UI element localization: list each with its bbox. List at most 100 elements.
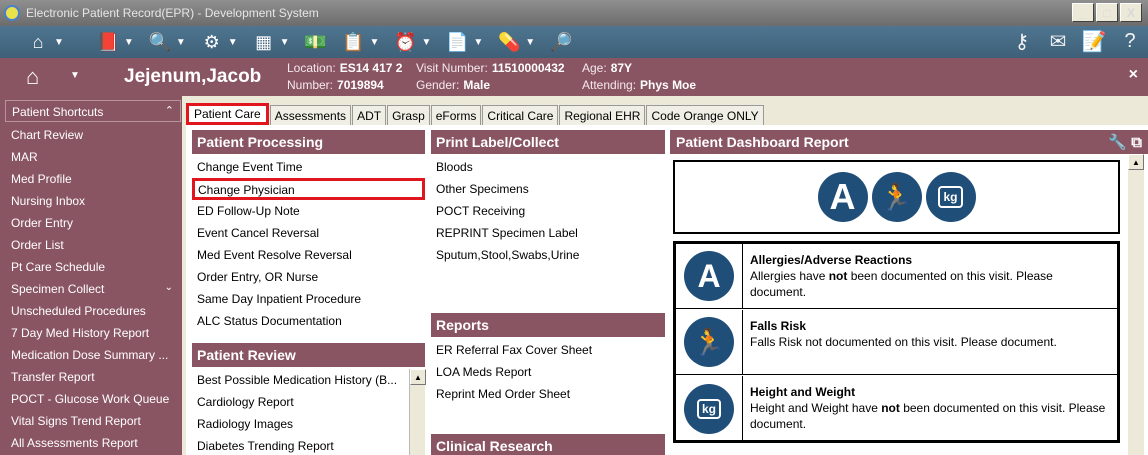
minimize-button[interactable]: _	[1072, 3, 1094, 22]
search-person-icon: 🔍	[148, 31, 172, 52]
chevron-down-icon[interactable]: ⌄	[165, 282, 173, 293]
sidebar-item[interactable]: Specimen Collect ⌄	[5, 278, 181, 300]
dashboard-alert-badges: A 🏃 kg	[673, 160, 1120, 234]
link-item[interactable]: Cardiology Report	[192, 391, 409, 413]
link-item[interactable]: Other Specimens	[431, 178, 665, 200]
sidebar-item[interactable]: Medication Dose Summary ...	[5, 344, 181, 366]
sidebar-item[interactable]: Unscheduled Procedures	[5, 300, 181, 322]
toolbar-pill-button[interactable]: 💊 ▼	[497, 31, 535, 53]
tab[interactable]: eForms	[430, 105, 482, 125]
sidebar-item[interactable]: Chart Review	[5, 124, 181, 146]
falls-risk-badge-icon[interactable]: 🏃	[871, 172, 922, 222]
tab[interactable]: ADT	[352, 105, 387, 125]
link-item[interactable]: Reprint Med Order Sheet	[431, 383, 665, 405]
window-title: Electronic Patient Record(EPR) - Develop…	[26, 6, 319, 20]
collapse-icon[interactable]: ⌃	[165, 104, 174, 117]
link-item[interactable]: Sputum,Stool,Swabs,Urine	[431, 244, 665, 266]
dashboard-row-title: Allergies/Adverse Reactions	[750, 253, 913, 267]
sidebar-item[interactable]: Order List	[5, 234, 181, 256]
sidebar-item[interactable]: MAR	[5, 146, 181, 168]
sidebar-item[interactable]: 7 Day Med History Report	[5, 322, 181, 344]
link-item[interactable]: Diabetes Trending Report	[192, 435, 409, 455]
chevron-down-icon: ▼	[175, 36, 186, 48]
link-item[interactable]: LOA Meds Report	[431, 361, 665, 383]
sidebar-item[interactable]: Pt Care Schedule	[5, 256, 181, 278]
maximize-button[interactable]: □	[1096, 3, 1118, 22]
close-window-button[interactable]: X	[1120, 3, 1142, 22]
toolbar-gear-cluster-button[interactable]: ⚙ ▼	[200, 31, 238, 53]
dashboard-row-title: Falls Risk	[750, 319, 807, 333]
link-item[interactable]: Best Possible Medication History (B...	[192, 369, 409, 391]
wrench-icon[interactable]: 🔧	[1108, 134, 1127, 151]
sidebar-item[interactable]: POCT - Glucose Work Queue	[5, 388, 181, 410]
toolbar-clipboard-button[interactable]: 📋 ▼	[342, 31, 379, 53]
toolbar-book-button[interactable]: 📕 ▼	[96, 31, 134, 53]
help-icon[interactable]: ?	[1118, 30, 1142, 52]
main-toolbar: ⌂ ▼ 📕 ▼ 🔍 ▼ ⚙ ▼ ▦ ▼ 💵 📋 ▼ ⏰ ▼ 📄 ▼ 💊 ▼ 🔎 ⚷ ✉ 📝 ?	[0, 26, 1148, 58]
sidebar-item[interactable]: Vital Signs Trend Report	[5, 410, 181, 432]
toolbar-search-person-button[interactable]: 🔍 ▼	[148, 31, 186, 53]
tab[interactable]: Assessments	[269, 105, 352, 125]
link-item[interactable]: Same Day Inpatient Procedure	[192, 288, 425, 310]
sidebar-list: Chart Review MAR Med Profile Nursing Inbox O…	[5, 124, 181, 454]
toolbar-grid-chart-button[interactable]: ▦ ▼	[252, 31, 289, 53]
toolbar-search-document-button[interactable]: 🔎	[549, 31, 573, 53]
chevron-down-icon[interactable]: ▼	[70, 70, 80, 81]
chevron-down-icon: ▼	[123, 36, 134, 48]
dashboard-scrollbar[interactable]: ▲	[1128, 154, 1144, 455]
scroll-up-arrow-icon[interactable]: ▲	[1128, 154, 1144, 170]
attending-field: Attending: Phys Moe	[582, 78, 697, 92]
home-icon: ⌂	[32, 31, 44, 52]
patient-review-scrollbar[interactable]: ▲	[409, 369, 426, 455]
tab[interactable]: Regional EHR	[559, 105, 646, 125]
dashboard-row[interactable]: kg Height and Weight Height and Weight hav…	[676, 376, 1117, 441]
link-item[interactable]: Radiology Images	[192, 413, 409, 435]
link-item[interactable]: Med Event Resolve Reversal	[192, 244, 425, 266]
sidebar-header[interactable]: Patient Shortcuts ⌃	[5, 100, 181, 122]
link-item[interactable]: Order Entry, OR Nurse	[192, 266, 425, 288]
toolbar-clock-button[interactable]: ⏰ ▼	[393, 31, 431, 53]
link-item[interactable]: Change Physician	[192, 178, 425, 200]
gender-field: Gender: Male	[416, 78, 491, 92]
patient-home-icon[interactable]: ⌂	[26, 64, 39, 90]
sidebar-item[interactable]: Order Entry	[5, 212, 181, 234]
mail-icon[interactable]: ✉	[1046, 30, 1070, 53]
dashboard-row-text: Falls Risk Falls Risk not documented on t…	[750, 318, 1110, 350]
toolbar-money-button[interactable]: 💵	[304, 31, 328, 53]
tab[interactable]: Critical Care	[482, 105, 559, 125]
sidebar-item[interactable]: Transfer Report	[5, 366, 181, 388]
patient-name: Jejenum,Jacob	[124, 66, 262, 87]
external-link-icon[interactable]: ⧉	[1131, 134, 1142, 151]
link-item[interactable]: REPRINT Specimen Label	[431, 222, 665, 244]
dashboard-row-icon-cell: A	[676, 244, 743, 308]
link-item[interactable]: ED Follow-Up Note	[192, 200, 425, 222]
toolbar-home-button[interactable]: ⌂ ▼	[26, 31, 64, 53]
key-icon[interactable]: ⚷	[1010, 30, 1034, 53]
sidebar-item[interactable]: Med Profile	[5, 168, 181, 190]
link-item[interactable]: POCT Receiving	[431, 200, 665, 222]
dashboard-row[interactable]: 🏃 Falls Risk Falls Risk not documented on …	[676, 310, 1117, 375]
patient-review-header: Patient Review	[192, 343, 425, 367]
toolbar-document-person-button[interactable]: 📄 ▼	[445, 31, 483, 53]
height-weight-badge-icon[interactable]: kg	[925, 172, 976, 222]
link-item[interactable]: Change Event Time	[192, 156, 425, 178]
clinical-research-header: Clinical Research	[431, 434, 665, 455]
tab[interactable]: Code Orange ONLY	[646, 105, 764, 125]
pill-icon: 💊	[498, 31, 521, 52]
tab[interactable]: Grasp	[387, 105, 430, 125]
location-field: Location: ES14 417 2	[287, 61, 403, 75]
notes-icon[interactable]: 📝	[1082, 30, 1107, 53]
chevron-down-icon: ▼	[421, 36, 432, 48]
link-item[interactable]: Event Cancel Reversal	[192, 222, 425, 244]
sidebar-item[interactable]: All Assessments Report	[5, 432, 181, 454]
link-item[interactable]: Bloods	[431, 156, 665, 178]
sidebar-item[interactable]: Nursing Inbox	[5, 190, 181, 212]
location-value: ES14 417 2	[339, 61, 403, 75]
close-patient-icon[interactable]: ×	[1129, 66, 1138, 84]
scroll-up-arrow-icon[interactable]: ▲	[410, 369, 426, 385]
allergy-badge-icon[interactable]: A	[817, 172, 868, 222]
tab[interactable]: Patient Care	[186, 103, 269, 125]
dashboard-row[interactable]: A Allergies/Adverse Reactions Allergies ha…	[676, 244, 1117, 309]
link-item[interactable]: ALC Status Documentation	[192, 310, 425, 332]
link-item[interactable]: ER Referral Fax Cover Sheet	[431, 339, 665, 361]
